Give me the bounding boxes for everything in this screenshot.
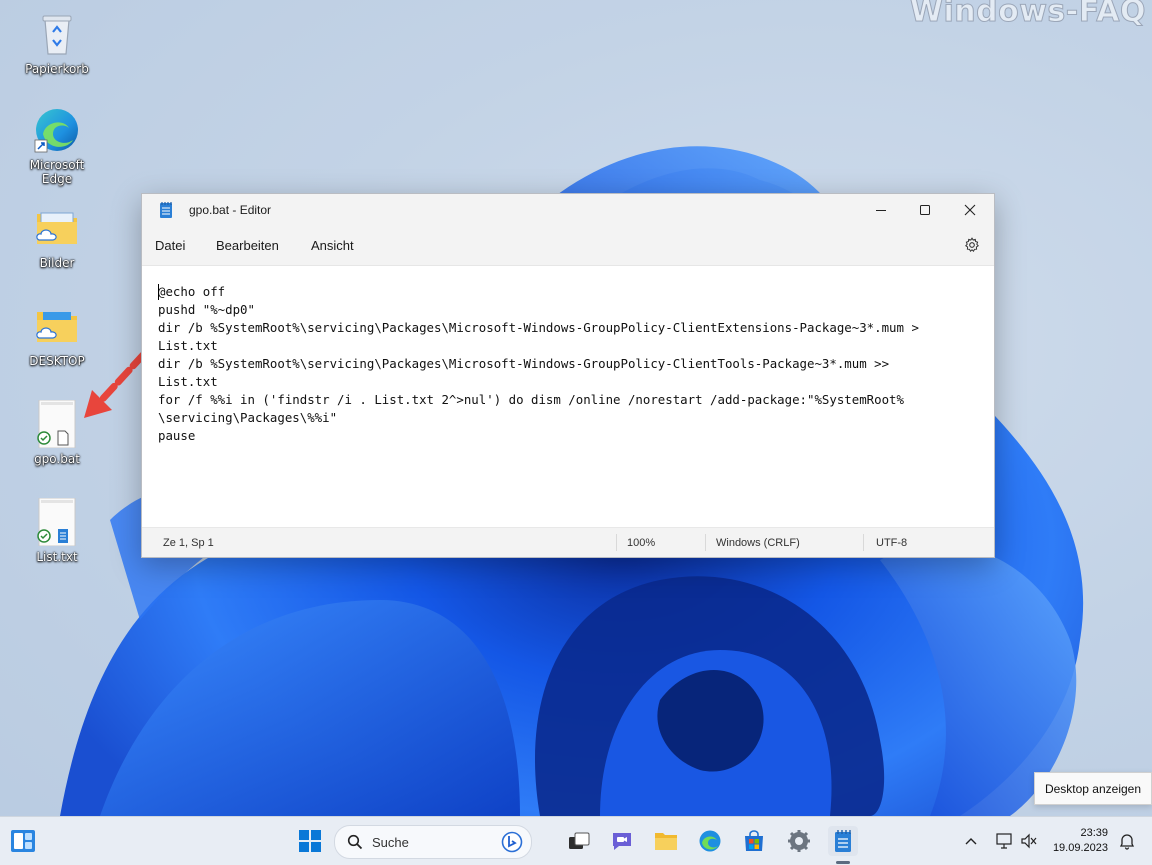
title-bar[interactable]: gpo.bat - Editor <box>142 194 994 225</box>
close-button[interactable] <box>947 194 993 225</box>
desktop-icon-label: gpo.bat <box>34 452 80 466</box>
notification-button[interactable] <box>1112 826 1142 856</box>
minimize-button[interactable] <box>858 194 904 225</box>
status-cursor-position: Ze 1, Sp 1 <box>163 537 214 549</box>
clock-date: 19.09.2023 <box>1052 842 1108 854</box>
status-divider <box>616 534 617 551</box>
maximize-button[interactable] <box>902 194 948 225</box>
clock-time: 23:39 <box>1080 827 1108 839</box>
watermark-text: Windows-FAQ <box>909 0 1146 30</box>
search-label: Suche <box>372 835 409 850</box>
notepad-taskbar-button[interactable] <box>828 826 858 856</box>
teams-chat-button[interactable] <box>607 826 637 856</box>
settings-gear-icon <box>788 830 810 852</box>
desktop-icon-bilder[interactable]: Bilder <box>14 204 100 270</box>
store-icon <box>745 830 763 851</box>
edge-taskbar-button[interactable] <box>695 826 725 856</box>
tray-overflow-button[interactable] <box>956 826 986 856</box>
close-icon <box>964 204 976 215</box>
minimize-icon <box>876 209 886 211</box>
status-line-ending: Windows (CRLF) <box>716 537 800 549</box>
edge-icon <box>699 830 721 852</box>
task-view-widget-button[interactable] <box>8 826 38 856</box>
folder-icon <box>33 302 81 350</box>
network-icon <box>996 833 1012 849</box>
task-view-button[interactable] <box>564 826 594 856</box>
show-desktop-tooltip: Desktop anzeigen <box>1034 772 1152 805</box>
file-explorer-button[interactable] <box>651 826 681 856</box>
folder-icon <box>33 204 81 252</box>
bing-icon <box>501 831 523 853</box>
menu-bar: Datei Bearbeiten Ansicht <box>142 225 994 266</box>
notepad-app-icon <box>159 201 173 224</box>
task-view-icon <box>569 832 590 849</box>
volume-button[interactable] <box>1014 826 1044 856</box>
windows-logo-icon <box>299 830 321 852</box>
menu-ansicht[interactable]: Ansicht <box>311 238 354 253</box>
chevron-up-icon <box>965 838 977 845</box>
edge-icon <box>33 106 81 154</box>
taskbar-clock[interactable]: 23:39 19.09.2023 <box>1050 826 1108 856</box>
batch-file-icon <box>33 399 81 449</box>
window-title: gpo.bat - Editor <box>189 203 272 217</box>
notepad-icon <box>835 830 851 852</box>
desktop-icon-label: List.txt <box>36 550 78 564</box>
text-file-icon <box>33 497 81 547</box>
text-editor-area[interactable]: @echo off pushd "%~dp0" dir /b %SystemRo… <box>142 266 994 526</box>
desktop-icon-label: Microsoft Edge <box>29 158 85 186</box>
menu-datei[interactable]: Datei <box>155 238 185 253</box>
taskbar-search-box[interactable]: Suche <box>334 825 532 859</box>
editor-content[interactable]: @echo off pushd "%~dp0" dir /b %SystemRo… <box>158 283 919 445</box>
status-bar: Ze 1, Sp 1 100% Windows (CRLF) UTF-8 <box>142 527 994 557</box>
status-divider <box>705 534 706 551</box>
volume-muted-icon <box>1021 833 1037 849</box>
status-encoding: UTF-8 <box>876 537 908 549</box>
status-zoom: 100% <box>627 537 656 549</box>
desktop-icon-label: Papierkorb <box>25 62 89 76</box>
notepad-window[interactable]: gpo.bat - Editor Datei Bearbeiten Ansich… <box>141 193 995 558</box>
start-button[interactable] <box>295 826 325 856</box>
recycle-bin-icon <box>33 10 81 58</box>
text-caret <box>158 284 159 300</box>
desktop-icon-list-txt[interactable]: List.txt <box>14 497 100 564</box>
widgets-icon <box>11 830 35 852</box>
search-icon <box>347 834 363 850</box>
file-explorer-icon <box>655 833 677 850</box>
desktop-icon-label: Bilder <box>39 256 75 270</box>
store-button[interactable] <box>739 826 769 856</box>
menu-bearbeiten[interactable]: Bearbeiten <box>216 238 279 253</box>
desktop-icon-recycle-bin[interactable]: Papierkorb <box>14 10 100 76</box>
taskbar: Suche 23:39 19.09.2023 <box>0 816 1152 865</box>
status-divider <box>863 534 864 551</box>
settings-gear-icon[interactable] <box>964 237 980 258</box>
maximize-icon <box>920 204 930 215</box>
desktop-icon-edge[interactable]: Microsoft Edge <box>14 106 100 186</box>
chat-icon <box>613 833 631 850</box>
settings-button[interactable] <box>784 826 814 856</box>
notification-icon <box>1119 834 1135 850</box>
